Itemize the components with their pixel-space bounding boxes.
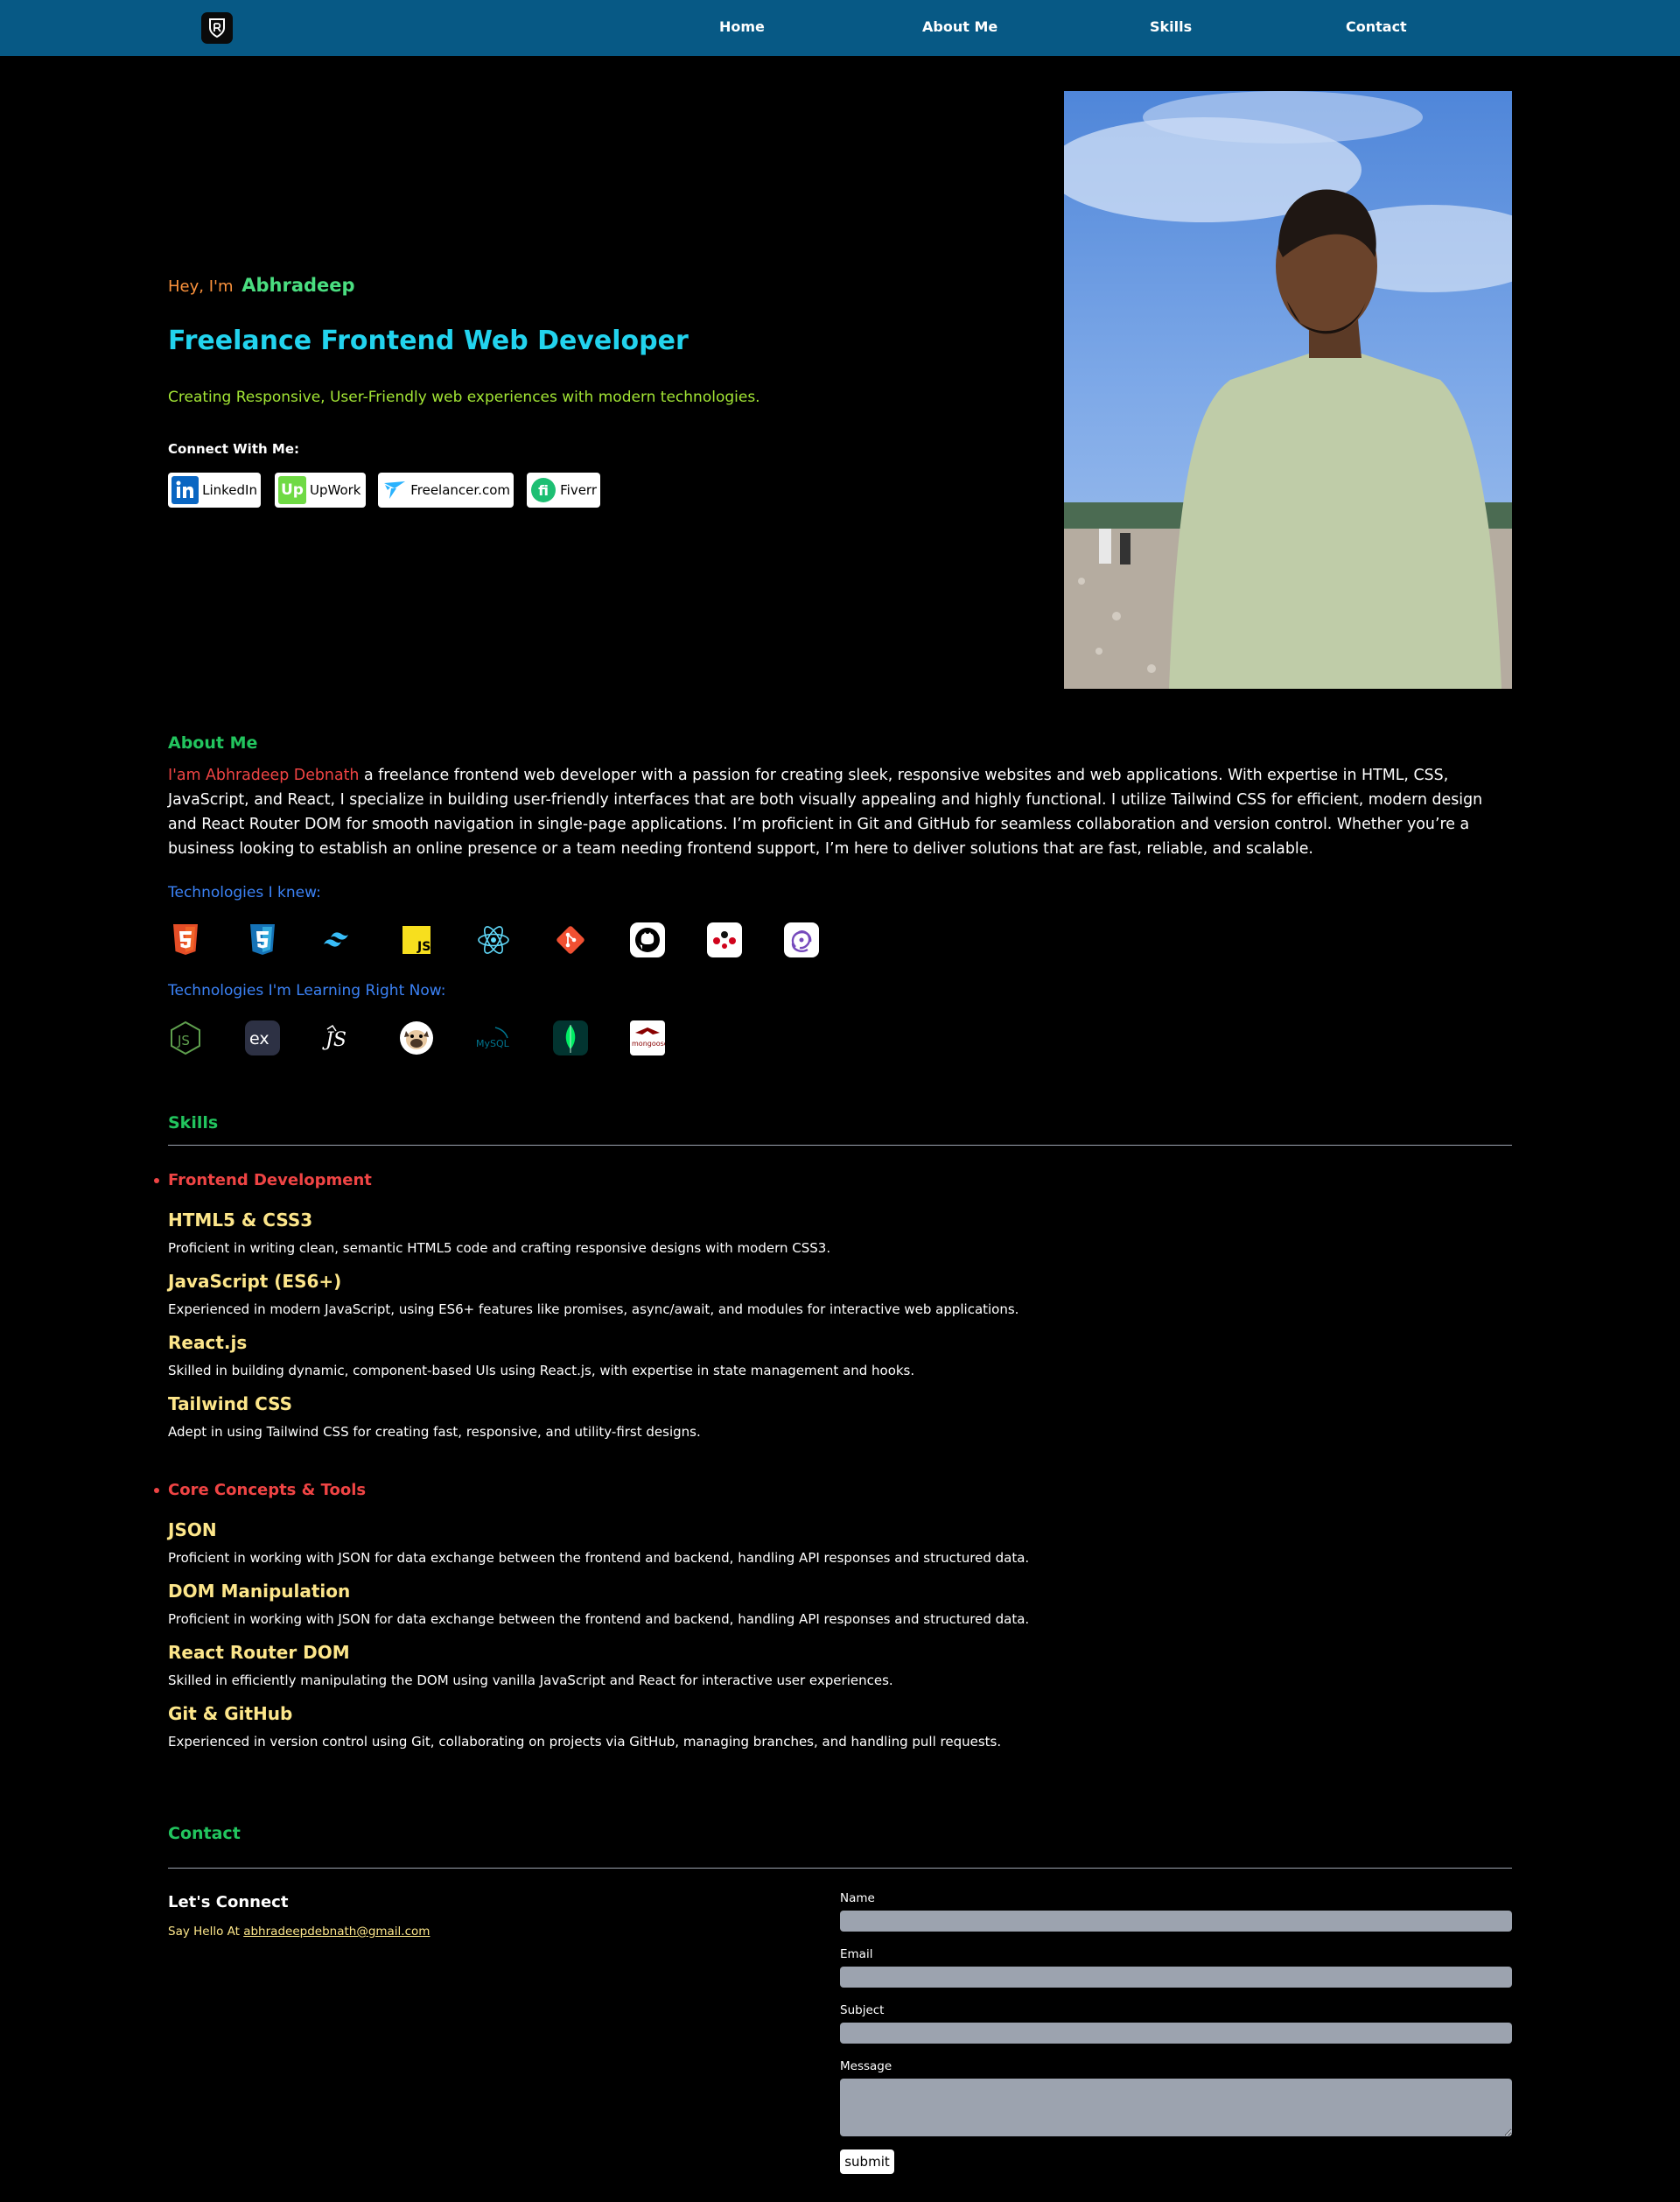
- top-nav: Home About Me Skills Contact: [0, 0, 1680, 56]
- svg-text:JS: JS: [416, 940, 430, 954]
- profile-photo: [1064, 91, 1512, 689]
- tailwind-icon: [322, 922, 357, 957]
- html5-icon: [168, 922, 203, 957]
- nav-home-link[interactable]: Home: [719, 18, 765, 35]
- subject-label: Subject: [840, 2003, 885, 2017]
- react-router-icon: [707, 922, 742, 957]
- hero-subtitle: Creating Responsive, User-Friendly web e…: [168, 389, 760, 406]
- mysql-text: MySQL: [476, 1038, 510, 1049]
- linkedin-label: LinkedIn: [202, 482, 257, 498]
- message-field[interactable]: [840, 2079, 1512, 2136]
- say-hello-text: Say Hello At: [168, 1925, 244, 1939]
- skill-desc: Adept in using Tailwind CSS for creating…: [168, 1424, 701, 1440]
- connect-label: Connect With Me:: [168, 441, 299, 457]
- skill-desc: Proficient in writing clean, semantic HT…: [168, 1240, 831, 1256]
- svg-text:JS: JS: [322, 1029, 346, 1051]
- skill-desc: Skilled in building dynamic, component-b…: [168, 1363, 915, 1378]
- skill-desc: Proficient in working with JSON for data…: [168, 1611, 1030, 1627]
- redux-icon: [784, 922, 819, 957]
- shield-logo-icon[interactable]: [201, 12, 233, 44]
- svg-text:ex: ex: [249, 1029, 270, 1048]
- skill-name: DOM Manipulation: [168, 1581, 351, 1602]
- skill-category-core: Core Concepts & Tools: [153, 1481, 367, 1499]
- git-icon: [553, 922, 588, 957]
- name-label: Name: [840, 1891, 875, 1905]
- skill-name: React Router DOM: [168, 1642, 350, 1663]
- about-intro-text: a freelance frontend web developer with …: [168, 767, 1483, 858]
- github-icon: [630, 922, 665, 957]
- name-field[interactable]: [840, 1911, 1512, 1932]
- known-tech-label: Technologies I knew:: [168, 884, 321, 901]
- lets-connect-heading: Let's Connect: [168, 1893, 289, 1911]
- freelancer-icon: [382, 476, 407, 504]
- css3-icon: [245, 922, 280, 957]
- known-tech-row: JS: [168, 922, 819, 957]
- say-hello-line: Say Hello At abhradeepdebnath@gmail.com: [168, 1925, 430, 1939]
- contact-title: Contact: [168, 1824, 241, 1843]
- react-icon: [476, 922, 511, 957]
- freelancer-button[interactable]: Freelancer.com: [378, 473, 514, 508]
- skill-category-frontend: Frontend Development: [154, 1171, 372, 1189]
- express-icon: ex: [245, 1020, 280, 1055]
- skill-name: JSON: [168, 1519, 217, 1540]
- skill-desc: Proficient in working with JSON for data…: [168, 1550, 1030, 1566]
- skill-name: Tailwind CSS: [168, 1393, 293, 1414]
- nodejs-icon: JS: [168, 1020, 203, 1055]
- freelancer-label: Freelancer.com: [410, 482, 510, 498]
- skill-name: Git & GitHub: [168, 1703, 293, 1724]
- mongoose-text: mongoose: [632, 1040, 665, 1048]
- hero-greeting: Hey, I'm Abhradeep: [168, 275, 355, 296]
- about-intro-name: I'am Abhradeep Debnath: [168, 767, 360, 784]
- about-title: About Me: [168, 733, 258, 753]
- javascript-icon: JS: [399, 922, 434, 957]
- mongoose-icon: mongoose: [630, 1020, 665, 1055]
- skill-name: JavaScript (ES6+): [168, 1271, 342, 1292]
- nav-about-link[interactable]: About Me: [922, 18, 998, 35]
- upwork-icon: Up: [278, 476, 306, 504]
- subject-field[interactable]: [840, 2023, 1512, 2044]
- about-paragraph: I'am Abhradeep Debnath a freelance front…: [168, 763, 1498, 861]
- skill-desc: Experienced in version control using Git…: [168, 1734, 1002, 1750]
- nav-contact-link[interactable]: Contact: [1346, 18, 1407, 35]
- upwork-button[interactable]: Up UpWork: [275, 473, 366, 508]
- skill-desc: Experienced in modern JavaScript, using …: [168, 1301, 1019, 1317]
- svg-text:JS: JS: [177, 1033, 190, 1048]
- learning-tech-label: Technologies I'm Learning Right Now:: [168, 982, 446, 999]
- fiverr-label: Fiverr: [560, 482, 597, 498]
- fiverr-icon: fi: [530, 476, 556, 504]
- email-field[interactable]: [840, 1967, 1512, 1988]
- mongodb-icon: [553, 1020, 588, 1055]
- email-link[interactable]: abhradeepdebnath@gmail.com: [243, 1925, 430, 1939]
- contact-divider: [168, 1868, 1512, 1869]
- mysql-icon: MySQL: [476, 1020, 511, 1055]
- hero-title: Freelance Frontend Web Developer: [168, 326, 689, 356]
- greeting-text: Hey, I'm: [168, 277, 234, 296]
- nav-skills-link[interactable]: Skills: [1150, 18, 1192, 35]
- fiverr-button[interactable]: fi Fiverr: [527, 473, 600, 508]
- message-label: Message: [840, 2059, 892, 2073]
- skills-divider: [168, 1145, 1512, 1146]
- submit-button[interactable]: submit: [840, 2149, 894, 2174]
- linkedin-button[interactable]: LinkedIn: [168, 473, 261, 508]
- pug-icon: [399, 1020, 434, 1055]
- skill-desc: Skilled in efficiently manipulating the …: [168, 1673, 893, 1688]
- linkedin-icon: [172, 476, 200, 504]
- skill-name: React.js: [168, 1332, 248, 1353]
- hero-name: Abhradeep: [242, 275, 355, 296]
- nestjs-icon: JS: [322, 1020, 357, 1055]
- upwork-label: UpWork: [310, 482, 361, 498]
- learning-tech-row: JS ex JS MySQL mongoose: [168, 1020, 665, 1055]
- email-label: Email: [840, 1947, 873, 1961]
- skill-name: HTML5 & CSS3: [168, 1210, 313, 1231]
- skills-title: Skills: [168, 1113, 219, 1133]
